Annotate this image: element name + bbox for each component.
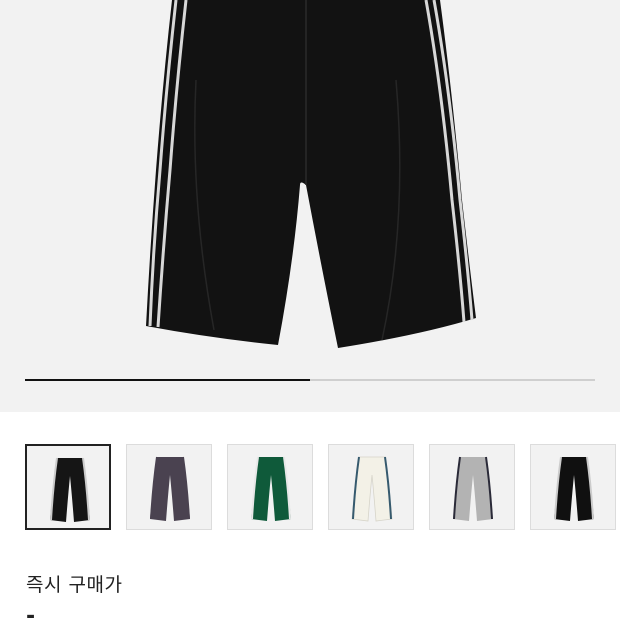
- black-track-pants-photo: [146, 0, 476, 348]
- instant-buy-price-label: 즉시 구매가: [26, 574, 123, 596]
- pants-thumbnail-graphic: [50, 457, 90, 522]
- ivory-pants-thumbnail[interactable]: [328, 444, 414, 530]
- pants-thumbnail-graphic: [351, 456, 393, 522]
- thumbnail-strip: [25, 444, 620, 534]
- gallery-progress-fill: [25, 379, 310, 381]
- pants-thumbnail-graphic: [150, 456, 190, 521]
- pants-thumbnail-graphic: [554, 456, 594, 521]
- gray-pants-thumbnail[interactable]: [429, 444, 515, 530]
- pants-thumbnail-graphic: [251, 456, 291, 521]
- product-image-gallery[interactable]: [0, 0, 620, 412]
- charcoal-purple-pants-thumbnail[interactable]: [126, 444, 212, 530]
- pants-thumbnail-graphic: [453, 456, 493, 521]
- black-pants-thumbnail[interactable]: [25, 444, 111, 530]
- instant-buy-price-value: -: [26, 604, 36, 629]
- gallery-progress-bar: [25, 379, 595, 381]
- black-cargo-pants-thumbnail[interactable]: [530, 444, 616, 530]
- green-pants-thumbnail[interactable]: [227, 444, 313, 530]
